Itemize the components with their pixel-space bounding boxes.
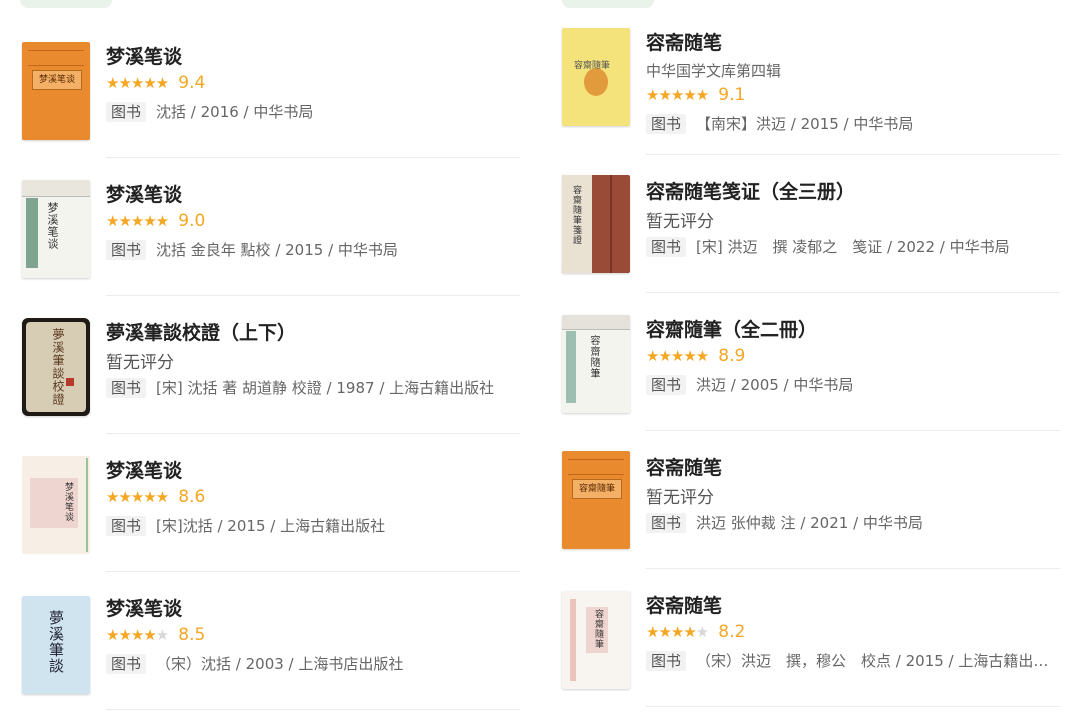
rating: ★★★★★ 9.1 <box>646 85 745 105</box>
category-badge: 图书 <box>106 378 147 398</box>
book-title[interactable]: 梦溪笔谈 <box>106 456 182 483</box>
book-title[interactable]: 夢溪筆談校證（上下） <box>106 318 296 345</box>
book-meta: 图书 （宋）沈括 / 2003 / 上海书店出版社 <box>106 653 516 674</box>
book-meta-text: 洪迈 张仲裁 注 / 2021 / 中华书局 <box>696 514 923 532</box>
book-meta: 图书 沈括 / 2016 / 中华书局 <box>106 101 516 122</box>
book-meta-text: [宋] 沈括 著 胡道静 校證 / 1987 / 上海古籍出版社 <box>156 379 495 397</box>
book-title[interactable]: 容斋随笔 <box>646 28 722 55</box>
book-meta: 图书 洪迈 / 2005 / 中华书局 <box>646 374 1056 395</box>
book-meta-text: （宋）洪迈 撰，穆公 校点 / 2015 / 上海古籍出… <box>696 652 1049 670</box>
rating-score: 8.5 <box>178 625 206 645</box>
book-cover[interactable]: 夢溪筆談校證 <box>22 318 90 416</box>
top-tab-stub-left <box>20 0 112 8</box>
book-meta-text: 洪迈 / 2005 / 中华书局 <box>696 376 854 394</box>
book-cover[interactable]: 容齋隨筆 <box>562 28 630 126</box>
book-meta-text: 【南宋】洪迈 / 2015 / 中华书局 <box>696 115 914 133</box>
book-title[interactable]: 容斋随笔 <box>646 591 722 618</box>
category-badge: 图书 <box>646 237 687 257</box>
list-item[interactable]: 梦溪笔谈 梦溪笔谈 ★★★★★ 9.0 图书 沈括 金良年 點校 / 2015 /… <box>22 158 520 296</box>
rating-score: 8.2 <box>718 622 746 642</box>
book-cover[interactable]: 梦溪笔谈 <box>22 456 90 554</box>
list-item[interactable]: 容齋隨筆 容斋随笔 暂无评分 图书 洪迈 张仲裁 注 / 2021 / 中华书局 <box>562 431 1060 569</box>
book-meta-text: 沈括 / 2016 / 中华书局 <box>156 103 314 121</box>
star-rating-icon: ★★★★★ <box>646 86 709 104</box>
list-item[interactable]: 梦溪笔谈 梦溪笔谈 ★★★★★ 9.4 图书 沈括 / 2016 / 中华书局 <box>22 20 520 158</box>
rating: ★★★★★ 8.5 <box>106 625 205 645</box>
star-rating-icon: ★★★★★ <box>106 212 169 230</box>
rating-score: 8.9 <box>718 346 746 366</box>
star-rating-icon: ★★★★★ <box>106 626 169 644</box>
book-cover[interactable]: 梦溪笔谈 <box>22 42 90 140</box>
book-cover[interactable]: 容齋隨筆箋證 <box>562 175 630 273</box>
category-badge: 图书 <box>106 654 147 674</box>
book-meta-text: [宋] 洪迈 撰 凌郁之 笺证 / 2022 / 中华书局 <box>696 238 1010 256</box>
book-cover[interactable]: 梦溪笔谈 <box>22 180 90 278</box>
no-rating-text: 暂无评分 <box>646 212 714 232</box>
book-cover[interactable]: 夢溪筆談 <box>22 596 90 694</box>
category-badge: 图书 <box>106 240 147 260</box>
book-meta: 图书 （宋）洪迈 撰，穆公 校点 / 2015 / 上海古籍出… <box>646 650 1056 671</box>
divider <box>646 706 1060 707</box>
category-badge: 图书 <box>646 114 687 134</box>
star-rating-icon: ★★★★★ <box>646 347 709 365</box>
category-badge: 图书 <box>646 651 687 671</box>
no-rating-text: 暂无评分 <box>106 353 174 373</box>
rating: ★★★★★ 8.6 <box>106 487 205 507</box>
search-results-page: 梦溪笔谈 梦溪笔谈 ★★★★★ 9.4 图书 沈括 / 2016 / 中华书局 梦… <box>0 0 1078 718</box>
no-rating-text: 暂无评分 <box>646 488 714 508</box>
rating: ★★★★★ 9.4 <box>106 73 205 93</box>
book-cover[interactable]: 容齋隨筆 <box>562 451 630 549</box>
book-cover[interactable]: 容齋隨筆 <box>562 315 630 413</box>
divider <box>106 709 520 710</box>
list-item[interactable]: 容齋隨筆 容齋隨筆（全二冊） ★★★★★ 8.9 图书 洪迈 / 2005 / 中… <box>562 293 1060 431</box>
category-badge: 图书 <box>106 102 147 122</box>
book-meta-text: 沈括 金良年 點校 / 2015 / 中华书局 <box>156 241 398 259</box>
book-title[interactable]: 容斋随笔 <box>646 453 722 480</box>
star-rating-icon: ★★★★★ <box>646 623 709 641</box>
book-title[interactable]: 容齋隨筆（全二冊） <box>646 315 817 342</box>
rating: ★★★★★ 8.2 <box>646 622 745 642</box>
book-meta-text: （宋）沈括 / 2003 / 上海书店出版社 <box>156 655 404 673</box>
rating-score: 9.4 <box>178 73 206 93</box>
book-meta: 图书 洪迈 张仲裁 注 / 2021 / 中华书局 <box>646 512 1056 533</box>
category-badge: 图书 <box>646 513 687 533</box>
book-title[interactable]: 梦溪笔谈 <box>106 594 182 621</box>
book-meta: 图书 沈括 金良年 點校 / 2015 / 中华书局 <box>106 239 516 260</box>
book-subtitle: 中华国学文库第四辑 <box>646 62 782 80</box>
rating-score: 9.0 <box>178 211 206 231</box>
book-meta: 图书 [宋] 洪迈 撰 凌郁之 笺证 / 2022 / 中华书局 <box>646 236 1056 257</box>
book-meta-text: [宋]沈括 / 2015 / 上海古籍出版社 <box>156 517 386 535</box>
top-tab-stub-right <box>562 0 654 8</box>
list-item[interactable]: 容齋隨筆 容斋随笔 ★★★★★ 8.2 图书 （宋）洪迈 撰，穆公 校点 / 20… <box>562 569 1060 707</box>
list-item[interactable]: 容齋隨筆箋證 容斋随笔笺证（全三册） 暂无评分 图书 [宋] 洪迈 撰 凌郁之 笺… <box>562 155 1060 293</box>
book-meta: 图书 【南宋】洪迈 / 2015 / 中华书局 <box>646 113 1056 134</box>
list-item[interactable]: 夢溪筆談 梦溪笔谈 ★★★★★ 8.5 图书 （宋）沈括 / 2003 / 上海书… <box>22 572 520 710</box>
book-title[interactable]: 容斋随笔笺证（全三册） <box>646 177 855 204</box>
category-badge: 图书 <box>106 516 147 536</box>
book-title[interactable]: 梦溪笔谈 <box>106 42 182 69</box>
list-item[interactable]: 梦溪笔谈 梦溪笔谈 ★★★★★ 8.6 图书 [宋]沈括 / 2015 / 上海古… <box>22 434 520 572</box>
star-rating-icon: ★★★★★ <box>106 488 169 506</box>
category-badge: 图书 <box>646 375 687 395</box>
list-item[interactable]: 夢溪筆談校證 夢溪筆談校證（上下） 暂无评分 图书 [宋] 沈括 著 胡道静 校證… <box>22 296 520 434</box>
book-cover[interactable]: 容齋隨筆 <box>562 591 630 689</box>
star-rating-icon: ★★★★★ <box>106 74 169 92</box>
rating: ★★★★★ 9.0 <box>106 211 205 231</box>
book-meta: 图书 [宋] 沈括 著 胡道静 校證 / 1987 / 上海古籍出版社 <box>106 377 516 398</box>
book-meta: 图书 [宋]沈括 / 2015 / 上海古籍出版社 <box>106 515 516 536</box>
rating-score: 9.1 <box>718 85 746 105</box>
rating-score: 8.6 <box>178 487 206 507</box>
rating: ★★★★★ 8.9 <box>646 346 745 366</box>
book-title[interactable]: 梦溪笔谈 <box>106 180 182 207</box>
list-item[interactable]: 容齋隨筆 容斋随笔 中华国学文库第四辑 ★★★★★ 9.1 图书 【南宋】洪迈 /… <box>562 16 1060 155</box>
